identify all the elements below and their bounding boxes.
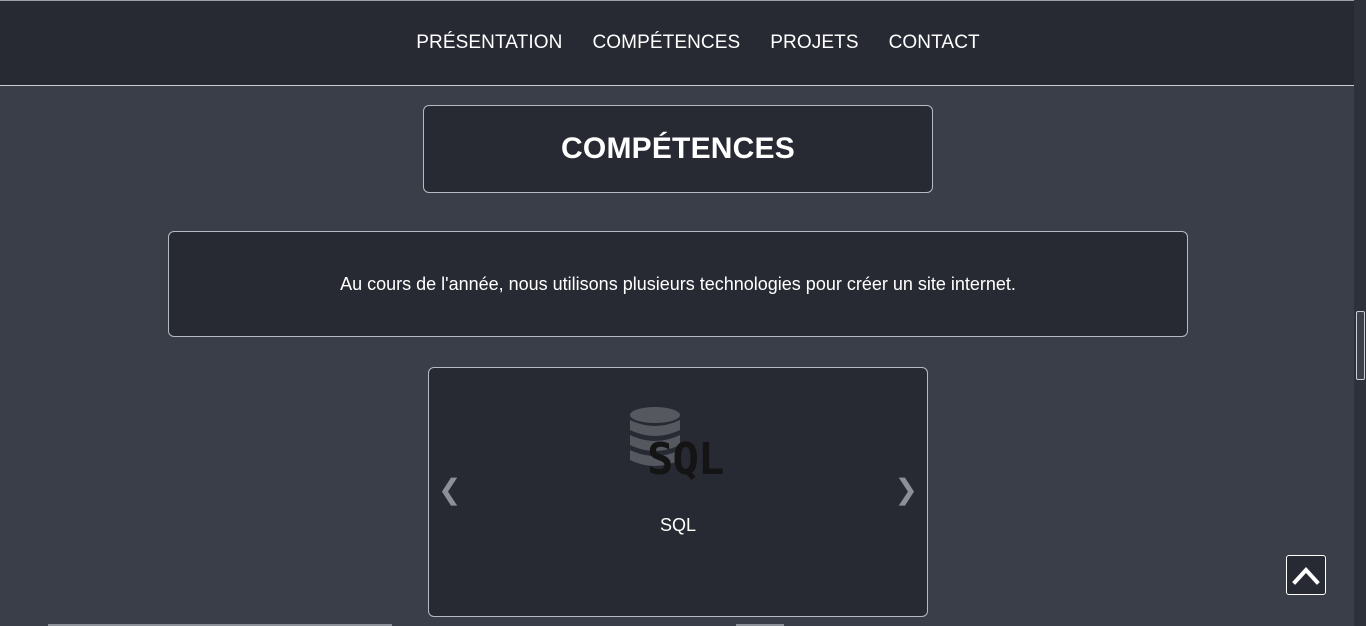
nav-link-competences[interactable]: COMPÉTENCES xyxy=(592,32,740,54)
nav-link-presentation[interactable]: PRÉSENTATION xyxy=(416,32,562,54)
intro-text: Au cours de l'année, nous utilisons plus… xyxy=(340,273,1016,294)
nav-link-contact[interactable]: CONTACT xyxy=(889,32,980,54)
nav-link-projets[interactable]: PROJETS xyxy=(770,32,858,54)
sql-logo-text: SQL xyxy=(647,434,724,485)
section-title-box: COMPÉTENCES xyxy=(423,105,933,193)
skills-carousel: ❮ SQL SQL ❯ xyxy=(428,367,928,617)
scrollbar-thumb[interactable] xyxy=(1356,311,1365,380)
intro-box: Au cours de l'année, nous utilisons plus… xyxy=(168,231,1188,337)
chevron-up-icon xyxy=(1292,567,1320,585)
slide-caption: SQL xyxy=(659,515,697,535)
chevron-right-icon[interactable]: ❯ xyxy=(895,476,918,504)
main-nav: PRÉSENTATION COMPÉTENCES PROJETS CONTACT xyxy=(0,1,1354,87)
top-navbar: PRÉSENTATION COMPÉTENCES PROJETS CONTACT xyxy=(0,0,1354,86)
back-to-top-button[interactable] xyxy=(1286,555,1326,595)
sql-logo: SQL xyxy=(629,406,731,488)
page: PRÉSENTATION COMPÉTENCES PROJETS CONTACT… xyxy=(0,0,1366,626)
section-title: COMPÉTENCES xyxy=(561,132,795,165)
chevron-left-icon[interactable]: ❮ xyxy=(438,476,461,504)
